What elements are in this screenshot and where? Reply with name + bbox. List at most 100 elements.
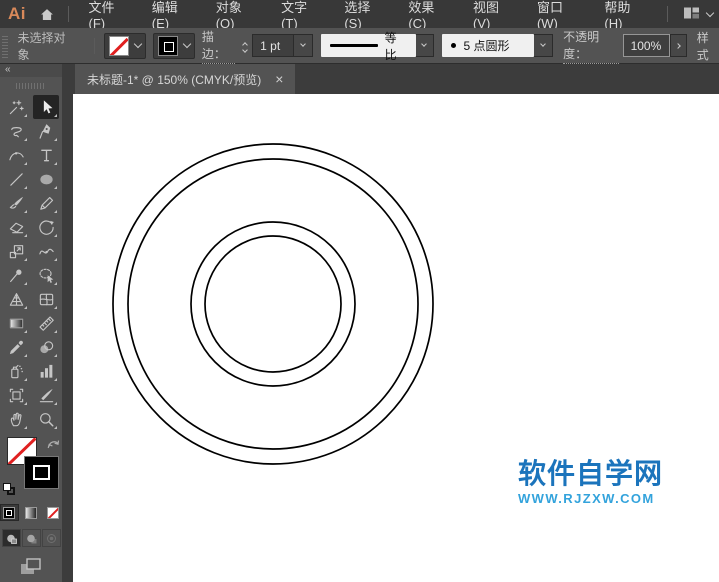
lasso-tool[interactable] [3, 119, 29, 143]
blend-tool[interactable] [33, 335, 59, 359]
menu-item-type[interactable]: 文字(T) [270, 0, 333, 31]
stroke-width-stepper[interactable] [242, 40, 249, 53]
rotate-tool[interactable] [33, 215, 59, 239]
fill-color-control[interactable] [103, 32, 146, 59]
watermark-url: WWW.RJZXW.COM [518, 491, 655, 506]
canvas[interactable]: 软件自学网 WWW.RJZXW.COM [73, 94, 719, 582]
tab-strip: 未标题-1* @ 150% (CMYK/预览) × [62, 64, 719, 94]
pen-tool[interactable] [33, 119, 59, 143]
brush-label: 5 点圆形 [463, 39, 510, 53]
zoom-tool[interactable] [33, 407, 59, 431]
opacity-more-button[interactable] [669, 34, 687, 57]
stroke-well-black[interactable] [24, 456, 59, 489]
perspective-grid-tool[interactable] [3, 287, 29, 311]
stroke-width-dropdown[interactable] [294, 34, 313, 57]
menu-item-effect[interactable]: 效果(C) [397, 0, 462, 31]
curvature-tool[interactable] [3, 143, 29, 167]
color-type-buttons [0, 504, 62, 521]
document-tab-title: 未标题-1* @ 150% (CMYK/预览) [87, 72, 262, 87]
line-segment-tool[interactable] [3, 167, 29, 191]
draw-inside-button[interactable] [41, 529, 61, 547]
tools-grid [0, 95, 62, 431]
divider [93, 37, 95, 54]
chevron-down-icon [705, 8, 715, 17]
none-button[interactable] [43, 504, 62, 521]
circle-shape[interactable] [127, 158, 419, 450]
brush-preview-dot [451, 43, 457, 48]
chevron-down-icon [421, 41, 428, 47]
menu-item-object[interactable]: 对象(O) [205, 0, 270, 31]
color-wells [0, 435, 62, 499]
fill-none-swatch[interactable] [108, 35, 129, 56]
default-fill-stroke-icon[interactable] [3, 483, 15, 495]
ellipse-tool[interactable] [33, 167, 59, 191]
slice-tool[interactable] [33, 383, 59, 407]
menu-item-view[interactable]: 视图(V) [462, 0, 526, 31]
document-tab[interactable]: 未标题-1* @ 150% (CMYK/预览) × [75, 64, 296, 94]
scale-tool[interactable] [3, 239, 29, 263]
puppet-warp-tool[interactable] [3, 263, 29, 287]
magic-wand-tool[interactable] [3, 95, 29, 119]
stroke-color-control[interactable] [152, 32, 195, 59]
brush-select[interactable]: 5 点圆形 [442, 34, 535, 57]
workspace-switcher[interactable] [677, 5, 719, 24]
menu-item-select[interactable]: 选择(S) [333, 0, 397, 31]
stroke-label[interactable]: 描边： [201, 28, 236, 64]
swap-fill-stroke-icon[interactable] [47, 436, 60, 454]
hand-tool[interactable] [3, 407, 29, 431]
control-bar: 未选择对象 描边： 1 pt 等比 5 点圆形 不透明度： 100% 样式 [0, 28, 719, 64]
eraser-tool[interactable] [3, 215, 29, 239]
color-button[interactable] [0, 504, 19, 521]
selection-status: 未选择对象 [17, 30, 66, 62]
type-tool[interactable] [33, 143, 59, 167]
style-label[interactable]: 样式 [697, 29, 719, 63]
stroke-width-input[interactable]: 1 pt [252, 34, 295, 57]
selection-tool[interactable] [33, 95, 59, 119]
watermark-title: 软件自学网 [518, 458, 664, 489]
artboard-tool[interactable] [3, 383, 29, 407]
drag-grip[interactable] [2, 33, 8, 58]
collapse-panel-icon[interactable]: « [0, 64, 62, 77]
stroke-profile-label: 等比 [384, 30, 397, 62]
symbol-sprayer-tool[interactable] [3, 359, 29, 383]
home-icon[interactable] [35, 4, 59, 24]
circle-shape[interactable] [204, 235, 342, 373]
menu-item-window[interactable]: 窗口(W) [526, 0, 593, 31]
draw-normal-button[interactable] [1, 529, 21, 547]
circle-shape[interactable] [112, 143, 434, 465]
shape-builder-tool[interactable] [33, 263, 59, 287]
screen-mode-button[interactable] [0, 556, 62, 578]
menu-item-file[interactable]: 文件(F) [77, 0, 140, 31]
chevron-down-icon [540, 41, 547, 47]
eyedropper-tool[interactable] [3, 335, 29, 359]
chevron-down-icon [299, 41, 306, 47]
ai-logo: Ai [8, 4, 26, 23]
menu-item-help[interactable]: 帮助(H) [593, 0, 658, 31]
gradient-button[interactable] [22, 504, 41, 521]
circle-shape[interactable] [190, 221, 356, 387]
mesh-tool[interactable] [33, 287, 59, 311]
paintbrush-tool[interactable] [3, 191, 29, 215]
gradient-tool[interactable] [3, 311, 29, 335]
column-graph-tool[interactable] [33, 359, 59, 383]
menu-items: 文件(F) 编辑(E) 对象(O) 文字(T) 选择(S) 效果(C) 视图(V) 窗口(W)… [77, 0, 658, 31]
draw-behind-button[interactable] [21, 529, 41, 547]
opacity-label[interactable]: 不透明度： [563, 28, 619, 64]
stroke-profile-dropdown[interactable] [415, 34, 435, 57]
panel-drag-grip[interactable] [16, 83, 46, 89]
brush-dropdown[interactable] [534, 34, 553, 57]
menu-item-edit[interactable]: 编辑(E) [141, 0, 205, 31]
stroke-profile-select[interactable]: 等比 [320, 31, 416, 62]
watermark: 软件自学网 WWW.RJZXW.COM [518, 458, 664, 506]
close-icon[interactable]: × [275, 72, 283, 86]
width-tool[interactable] [33, 239, 59, 263]
artwork-concentric-circles[interactable] [73, 94, 719, 582]
opacity-input[interactable]: 100% [622, 34, 670, 57]
screen-mode-icon [21, 558, 41, 574]
shaper-tool[interactable] [33, 191, 59, 215]
stroke-black-swatch[interactable] [157, 35, 178, 56]
chevron-down-icon [242, 46, 249, 53]
draw-mode-buttons [0, 529, 62, 547]
measure-tool[interactable] [33, 311, 59, 335]
chevron-down-icon [133, 39, 143, 49]
